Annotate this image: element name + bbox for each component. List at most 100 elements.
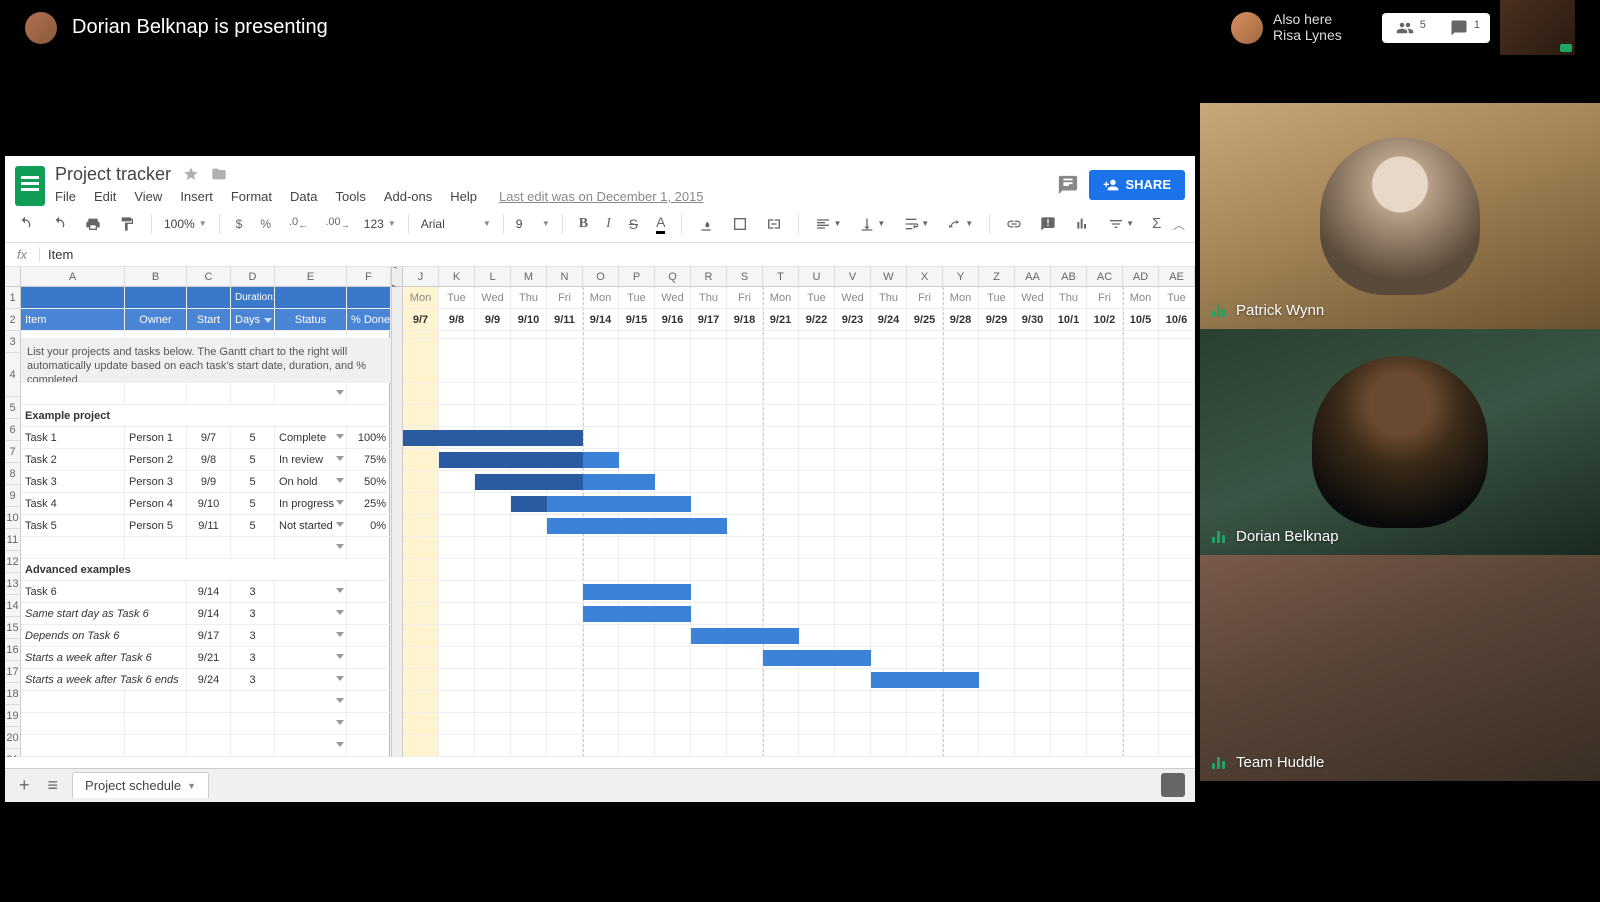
dropdown-icon[interactable] <box>336 434 344 439</box>
cell[interactable] <box>655 647 691 669</box>
cell[interactable] <box>619 647 655 669</box>
cell[interactable]: 9/7 <box>403 309 439 331</box>
cell[interactable] <box>655 331 691 339</box>
cell[interactable] <box>21 287 125 309</box>
cell[interactable] <box>727 449 763 471</box>
also-here-block[interactable]: Also here Risa Lynes <box>1231 12 1342 44</box>
cell[interactable] <box>511 515 547 537</box>
cell[interactable] <box>475 669 511 691</box>
cell[interactable] <box>1015 427 1051 449</box>
col-header[interactable]: D <box>231 267 275 286</box>
cell[interactable] <box>187 287 231 309</box>
cell[interactable] <box>691 383 727 405</box>
cell[interactable] <box>979 559 1015 581</box>
cell[interactable] <box>1051 339 1087 383</box>
row-header[interactable]: 7 <box>5 441 20 463</box>
cell[interactable] <box>727 427 763 449</box>
cell[interactable] <box>907 449 943 471</box>
col-header[interactable]: A <box>21 267 125 286</box>
row-header[interactable]: 19 <box>5 705 20 727</box>
cell[interactable] <box>1051 625 1087 647</box>
menu-edit[interactable]: Edit <box>94 189 116 204</box>
cell[interactable] <box>907 713 943 735</box>
cell[interactable]: 9/29 <box>979 309 1015 331</box>
cell[interactable] <box>943 559 979 581</box>
cell[interactable] <box>943 691 979 713</box>
cell[interactable] <box>655 405 691 427</box>
rotate-button[interactable]: ▼ <box>943 212 977 236</box>
cell[interactable] <box>403 515 439 537</box>
cell[interactable]: 5 <box>231 449 275 471</box>
cell[interactable] <box>439 625 475 647</box>
cell[interactable]: In review <box>275 449 347 471</box>
frozen-col-splitter[interactable]: ◂ ▸ <box>391 267 403 286</box>
cell[interactable] <box>943 493 979 515</box>
cell[interactable] <box>799 603 835 625</box>
cell[interactable] <box>1087 625 1123 647</box>
cell[interactable] <box>439 559 475 581</box>
cell[interactable]: 9/10 <box>187 493 231 515</box>
cell[interactable] <box>727 559 763 581</box>
cell[interactable] <box>1159 537 1195 559</box>
cell[interactable] <box>835 691 871 713</box>
cell[interactable]: 3 <box>231 581 275 603</box>
cell[interactable] <box>403 331 439 339</box>
cell[interactable]: 9/15 <box>619 309 655 331</box>
self-video-thumbnail[interactable] <box>1500 0 1575 55</box>
col-header[interactable]: M <box>511 267 547 286</box>
cell[interactable] <box>907 405 943 427</box>
cell[interactable] <box>1051 331 1087 339</box>
participant-tile[interactable]: Dorian Belknap <box>1200 329 1600 555</box>
cell[interactable] <box>727 647 763 669</box>
cell[interactable]: Mon <box>583 287 619 309</box>
cell[interactable] <box>907 559 943 581</box>
cell[interactable] <box>1123 735 1159 757</box>
cell[interactable] <box>1159 427 1195 449</box>
all-sheets-button[interactable]: ≡ <box>44 775 63 796</box>
cell[interactable] <box>619 669 655 691</box>
col-header[interactable]: AB <box>1051 267 1087 286</box>
cell[interactable] <box>763 691 799 713</box>
cell[interactable]: Fri <box>1087 287 1123 309</box>
cell[interactable]: 9/14 <box>583 309 619 331</box>
cell[interactable] <box>799 427 835 449</box>
cell[interactable] <box>619 339 655 383</box>
menu-format[interactable]: Format <box>231 189 272 204</box>
cell[interactable]: 0% <box>347 515 391 537</box>
cell[interactable] <box>475 537 511 559</box>
cell[interactable] <box>403 537 439 559</box>
row-header[interactable]: 12 <box>5 551 20 573</box>
cell[interactable] <box>691 471 727 493</box>
cell[interactable] <box>583 713 619 735</box>
dropdown-icon[interactable] <box>336 478 344 483</box>
sheets-logo-icon[interactable] <box>15 166 45 206</box>
cell[interactable] <box>907 339 943 383</box>
text-color-button[interactable]: A <box>652 210 669 238</box>
col-header[interactable]: T <box>763 267 799 286</box>
cell[interactable] <box>799 493 835 515</box>
cell[interactable] <box>1159 559 1195 581</box>
cell[interactable] <box>655 471 691 493</box>
borders-button[interactable] <box>728 212 752 236</box>
cell[interactable] <box>871 537 907 559</box>
cell[interactable] <box>727 669 763 691</box>
cell[interactable]: 10/2 <box>1087 309 1123 331</box>
cell[interactable] <box>799 691 835 713</box>
cell[interactable] <box>691 331 727 339</box>
cell[interactable] <box>1015 493 1051 515</box>
cell[interactable] <box>979 427 1015 449</box>
cell[interactable]: On hold <box>275 471 347 493</box>
cell[interactable] <box>907 625 943 647</box>
cell[interactable] <box>439 691 475 713</box>
cell[interactable] <box>347 647 391 669</box>
cell[interactable] <box>511 331 547 339</box>
cell[interactable] <box>727 471 763 493</box>
cell[interactable]: Owner <box>125 309 187 331</box>
cell[interactable]: 9/18 <box>727 309 763 331</box>
cell[interactable] <box>943 625 979 647</box>
cell[interactable] <box>1087 537 1123 559</box>
cell[interactable] <box>799 383 835 405</box>
row-header[interactable]: 3 <box>5 331 20 353</box>
cell[interactable] <box>511 405 547 427</box>
cell[interactable] <box>403 691 439 713</box>
